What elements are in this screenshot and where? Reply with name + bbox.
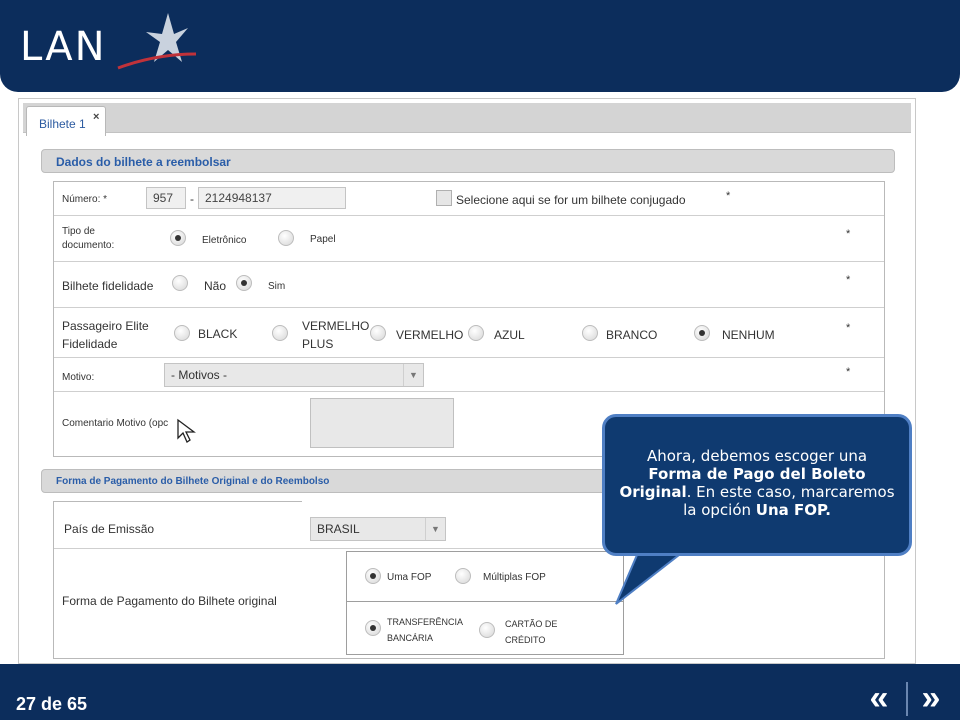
radio-nenhum[interactable] bbox=[694, 325, 710, 341]
required-asterisk: * bbox=[846, 322, 851, 334]
tab-bilhete-1[interactable]: Bilhete 1 × bbox=[26, 106, 106, 136]
forma-pagamento-label: Forma de Pagamento do Bilhete original bbox=[62, 594, 277, 608]
comentario-label: Comentario Motivo (opc bbox=[62, 418, 169, 429]
option-transferencia-line2: BANCÁRIA bbox=[387, 633, 434, 643]
radio-papel[interactable] bbox=[278, 230, 294, 246]
option-sim: Sim bbox=[268, 281, 286, 292]
tab-bar: Bilhete 1 × bbox=[23, 103, 911, 136]
instruction-callout: Ahora, debemos escoger una Forma de Pago… bbox=[602, 414, 912, 556]
option-vermelho-plus-line1: VERMELHO bbox=[302, 319, 370, 333]
option-nao: Não bbox=[204, 279, 227, 293]
option-uma-fop: Uma FOP bbox=[387, 572, 432, 583]
option-multiplas-fop: Múltiplas FOP bbox=[483, 572, 546, 583]
page-counter: 27 de 65 bbox=[16, 694, 88, 714]
motivo-value: - Motivos - bbox=[171, 368, 228, 382]
next-button[interactable]: » bbox=[914, 681, 948, 715]
required-asterisk: * bbox=[846, 274, 851, 286]
callout-tail bbox=[615, 548, 690, 605]
radio-vermelho[interactable] bbox=[370, 325, 386, 341]
elite-label-line2: Fidelidade bbox=[62, 337, 118, 351]
row-elite: Passageiro Elite Fidelidade BLACK VERMEL… bbox=[54, 308, 884, 358]
slide: LAN Bilhete 1 × Dados do bilhete a reemb… bbox=[0, 0, 960, 720]
fop-options-box: Uma FOP Múltiplas FOP TRANSFERÊNCIA BANC… bbox=[346, 551, 624, 655]
motivo-label: Motivo: bbox=[62, 372, 95, 383]
section-title: Dados do bilhete a reembolsar bbox=[56, 155, 231, 169]
comentario-textarea[interactable] bbox=[310, 398, 454, 448]
radio-black[interactable] bbox=[174, 325, 190, 341]
numero-label: Número: * bbox=[62, 194, 108, 205]
row-tipo-documento: Tipo de documento: Eletrônico Papel * bbox=[54, 216, 884, 262]
section-header-dados: Dados do bilhete a reembolsar bbox=[41, 149, 895, 173]
option-black: BLACK bbox=[198, 327, 238, 341]
option-branco: BRANCO bbox=[606, 328, 658, 342]
close-icon[interactable]: × bbox=[93, 111, 99, 123]
option-cartao-line1: CARTÃO DE bbox=[505, 619, 558, 629]
required-asterisk: * bbox=[726, 190, 731, 202]
row-numero: Número: * 957 - 2124948137 Selecione aqu… bbox=[54, 182, 884, 216]
radio-nao[interactable] bbox=[172, 275, 188, 291]
radio-transferencia-bancaria[interactable] bbox=[365, 620, 381, 636]
conjugado-label: Selecione aqui se for um bilhete conjuga… bbox=[456, 193, 686, 207]
pais-label: País de Emissão bbox=[64, 522, 155, 536]
pais-value: BRASIL bbox=[317, 522, 360, 536]
star-icon bbox=[117, 13, 196, 70]
pais-select[interactable]: BRASIL ▼ bbox=[310, 517, 446, 541]
radio-uma-fop[interactable] bbox=[365, 568, 381, 584]
nav-divider bbox=[906, 682, 908, 716]
radio-branco[interactable] bbox=[582, 325, 598, 341]
logo-text: LAN bbox=[20, 24, 107, 70]
radio-cartao-credito[interactable] bbox=[479, 622, 495, 638]
footer-bar: 27 de 65 « » bbox=[0, 664, 960, 720]
fop-count-row: Uma FOP Múltiplas FOP bbox=[347, 552, 623, 602]
lan-logo: LAN bbox=[18, 10, 198, 76]
option-vermelho-plus-line2: PLUS bbox=[302, 337, 334, 351]
header-bar: LAN bbox=[0, 0, 960, 92]
motivo-select[interactable]: - Motivos - ▼ bbox=[164, 363, 424, 387]
radio-eletronico[interactable] bbox=[170, 230, 186, 246]
callout-text: Ahora, debemos escoger una Forma de Pago… bbox=[619, 447, 895, 519]
option-azul: AZUL bbox=[494, 328, 525, 342]
cursor-icon bbox=[177, 418, 196, 443]
chevron-down-icon[interactable]: ▼ bbox=[403, 364, 423, 386]
radio-sim[interactable] bbox=[236, 275, 252, 291]
callout-text-1: Ahora, debemos escoger una bbox=[646, 447, 868, 465]
option-eletronico: Eletrônico bbox=[202, 235, 247, 246]
row-fidelidade: Bilhete fidelidade Não Sim * bbox=[54, 262, 884, 308]
ticket-number-field[interactable]: 2124948137 bbox=[198, 187, 346, 209]
tipo-label-line2: documento: bbox=[62, 240, 115, 251]
dash-separator: - bbox=[190, 192, 194, 206]
elite-label-line1: Passageiro Elite bbox=[62, 319, 149, 333]
conjugado-checkbox[interactable] bbox=[436, 190, 452, 206]
previous-button[interactable]: « bbox=[862, 681, 896, 715]
option-vermelho: VERMELHO bbox=[396, 328, 464, 342]
required-asterisk: * bbox=[846, 366, 851, 378]
divider bbox=[54, 501, 302, 502]
fidelidade-label: Bilhete fidelidade bbox=[62, 279, 154, 293]
section-title: Forma de Pagamento do Bilhete Original e… bbox=[56, 476, 330, 487]
radio-azul[interactable] bbox=[468, 325, 484, 341]
callout-bold-2: Una FOP. bbox=[755, 501, 831, 519]
option-papel: Papel bbox=[310, 234, 336, 245]
ticket-prefix-field[interactable]: 957 bbox=[146, 187, 186, 209]
option-nenhum: NENHUM bbox=[722, 328, 775, 342]
option-cartao-line2: CRÉDITO bbox=[505, 635, 546, 645]
app-window: Bilhete 1 × Dados do bilhete a reembolsa… bbox=[18, 98, 916, 664]
radio-multiplas-fop[interactable] bbox=[455, 568, 471, 584]
tab-label: Bilhete 1 bbox=[39, 117, 86, 131]
radio-vermelho-plus[interactable] bbox=[272, 325, 288, 341]
option-transferencia-line1: TRANSFERÊNCIA bbox=[387, 617, 464, 627]
row-motivo: Motivo: - Motivos - ▼ * bbox=[54, 358, 884, 392]
required-asterisk: * bbox=[846, 228, 851, 240]
chevron-down-icon[interactable]: ▼ bbox=[425, 518, 445, 540]
